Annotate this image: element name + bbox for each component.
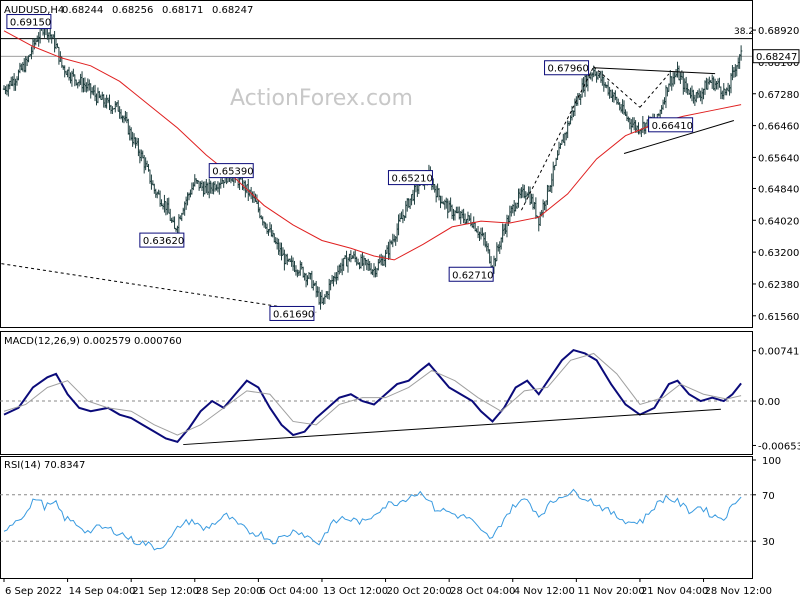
price-axis-label: 0.67280 [758,90,799,101]
chart: ActionForex.com 0.69150 0.63620 0.65390 0.6… [0,0,800,597]
macd-axis-label: 0.00 [758,397,780,408]
price-label: 0.61690 [269,305,315,321]
low-value: 0.68171 [162,5,203,16]
open-value: 0.68244 [62,5,103,16]
price-axis-label: 0.65640 [758,153,799,164]
price-label: 0.65210 [387,170,433,186]
macd-title: MACD(12,26,9) 0.002579 0.000760 [4,336,182,347]
price-axis-label: 0.64840 [758,184,799,195]
price-axis-label: 0.68920 [758,26,799,37]
time-axis-label: 28 Oct 04:00 [450,586,515,597]
price-label: 0.69150 [6,14,52,30]
time-axis-label: 4 Nov 12:00 [514,586,575,597]
time-axis-label: 11 Nov 20:00 [577,586,644,597]
price-label-text: 0.67960 [548,64,589,75]
price-axis-label: 0.62380 [758,280,799,291]
price-panel [0,0,753,328]
price-label: 0.62710 [448,266,494,282]
fib-level-label: 38.2 [734,27,754,37]
time-axis-label: 28 Sep 20:00 [196,586,263,597]
price-label: 0.63620 [139,232,185,248]
time-axis-label: 28 Nov 12:00 [705,586,772,597]
macd-axis-label: 0.007411 [758,347,800,358]
watermark: ActionForex.com [230,86,413,111]
time-axis-label: 6 Oct 04:00 [259,586,318,597]
macd-axis-label: -0.006532 [758,441,800,452]
price-label-text: 0.66410 [652,121,693,132]
rsi-title: RSI(14) 70.8347 [4,460,85,471]
price-axis-label: 0.63200 [758,248,799,259]
high-value: 0.68256 [112,5,153,16]
price-axis-label: 0.64020 [758,216,799,227]
time-axis-label: 21 Sep 12:00 [132,586,199,597]
price-axis-label: 0.66460 [758,122,799,133]
time-axis-label: 20 Oct 20:00 [387,586,452,597]
rsi-axis-label: 70 [762,491,775,502]
last-price-tag: 0.68247 [752,49,800,64]
time-axis-label: 14 Sep 04:00 [69,586,136,597]
price-label-text: 0.62710 [452,270,493,281]
close-value: 0.68247 [212,5,253,16]
time-axis-label: 13 Oct 12:00 [323,586,388,597]
rsi-axis-label: 30 [762,537,775,548]
symbol-label: AUDUSD,H4 [4,5,64,16]
macd-panel [0,331,753,455]
price-label: 0.66410 [648,117,694,133]
price-label-text: 0.69150 [10,18,51,29]
time-axis-label: 21 Nov 04:00 [641,586,708,597]
price-label-text: 0.65390 [212,167,253,178]
price-axis-label: 0.61560 [758,312,799,323]
time-axis-label: 6 Sep 2022 [5,586,62,597]
price-label: 0.67960 [544,60,590,76]
price-title: AUDUSD,H4 0.68244 0.68256 0.68171 0.6824… [4,5,253,16]
price-label-text: 0.65210 [391,174,432,185]
rsi-axis-label: 100 [762,456,781,467]
rsi-panel [0,456,753,579]
price-label-text: 0.63620 [143,236,184,247]
last-price-text: 0.68247 [756,52,797,63]
price-label: 0.65390 [208,163,254,179]
price-label-text: 0.61690 [273,309,314,320]
